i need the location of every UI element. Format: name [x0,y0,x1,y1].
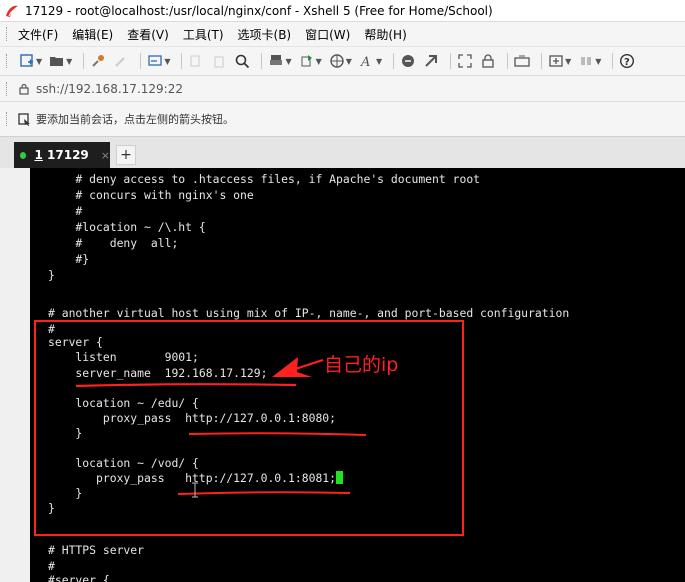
terminal-line: # HTTPS server [48,543,145,557]
terminal-line: } [48,268,55,282]
lock-icon[interactable] [479,52,497,70]
chevron-down-icon[interactable]: ▼ [565,57,571,66]
new-session-icon[interactable] [18,52,36,70]
xftp-icon[interactable] [422,52,440,70]
toolbar-separator [181,53,183,69]
terminal-line: proxy_pass http://127.0.0.1:8080; [48,411,337,425]
toolbar-separator [507,53,509,69]
tab-name: 17129 [47,148,89,162]
svg-text:?: ? [624,57,630,68]
terminal-line: # deny access to .htaccess files, if Apa… [48,172,481,186]
chevron-down-icon[interactable]: ▼ [595,57,601,66]
toolbar-separator [83,53,85,69]
chevron-down-icon[interactable]: ▼ [164,57,170,66]
terminal-line: # deny all; [48,236,179,250]
help-icon[interactable]: ? [618,52,636,70]
hintbar-grip [6,112,8,126]
terminal[interactable]: # deny access to .htaccess files, if Apa… [30,168,685,582]
svg-text:A: A [360,55,370,69]
toolbar-separator [450,53,452,69]
terminal-cursor [336,471,344,484]
disconnect-icon[interactable] [112,52,130,70]
toolbar-separator [140,53,142,69]
toolbar-grip [6,54,8,68]
paste-icon[interactable] [210,52,228,70]
addressbar-grip [6,81,8,96]
terminal-line: # another virtual host using mix of IP-,… [48,306,570,320]
terminal-line: location ~ /edu/ { [48,396,199,410]
connect-icon[interactable] [89,52,107,70]
title-bar: 17129 - root@localhost:/usr/local/nginx/… [0,0,685,22]
add-session-arrow-icon[interactable] [18,112,32,126]
copy-icon[interactable] [187,52,205,70]
session-hint-text: 要添加当前会话，点击左侧的箭头按钮。 [36,113,234,126]
layout-icon[interactable] [577,52,595,70]
address-bar: ssh://192.168.17.129:22 [0,76,685,102]
terminal-line: } [48,426,83,440]
script-icon[interactable] [399,52,417,70]
find-icon[interactable] [233,52,251,70]
globe-icon[interactable] [328,52,346,70]
address-input[interactable]: ssh://192.168.17.129:22 [36,82,183,96]
menu-tools[interactable]: 工具(T) [183,26,224,43]
chevron-down-icon[interactable]: ▼ [36,57,42,66]
tab-index: 1 [34,148,43,162]
terminal-line: #server { [48,573,110,582]
close-icon[interactable]: × [101,149,110,162]
toolbar-separator [541,53,543,69]
chevron-down-icon[interactable]: ▼ [66,57,72,66]
xshell-logo-icon [6,5,19,17]
terminal-line: } [48,501,55,515]
menu-help[interactable]: 帮助(H) [364,26,406,43]
chevron-down-icon[interactable]: ▼ [376,57,382,66]
tab-session-17129[interactable]: 1 17129 × [14,142,110,168]
compose-icon[interactable] [547,52,565,70]
terminal-line: } [48,486,83,500]
terminal-line-with-cursor: proxy_pass http://127.0.0.1:8081; [48,470,344,486]
terminal-line: listen 9001; [48,350,199,364]
toolbar-separator [393,53,395,69]
toolbar: ▼ ▼ ▼ ▼ ▼ ▼ A ▼ ▼ ▼ ? [0,46,685,76]
terminal-line: location ~ /vod/ { [48,456,199,470]
session-hint-bar: 要添加当前会话，点击左侧的箭头按钮。 [0,102,685,136]
tab-label: 1 17129 [34,148,88,162]
chevron-down-icon[interactable]: ▼ [316,57,322,66]
menu-tabs[interactable]: 选项卡(B) [238,26,292,43]
toolbar-separator [261,53,263,69]
terminal-line: server { [48,335,103,349]
terminal-line: # concurs with nginx's one [48,188,254,202]
terminal-line: #location ~ /\.ht { [48,220,206,234]
chevron-down-icon[interactable]: ▼ [285,57,291,66]
terminal-line: server_name 192.168.17.129; [48,366,268,380]
reconnect-icon[interactable] [146,52,164,70]
menu-bar: 文件(F) 编辑(E) 查看(V) 工具(T) 选项卡(B) 窗口(W) 帮助(… [0,22,685,46]
tab-bar: 1 17129 × + [0,136,685,168]
terminal-line: # [48,204,83,218]
connected-status-icon [20,151,27,159]
window-title: 17129 - root@localhost:/usr/local/nginx/… [25,3,493,18]
open-folder-icon[interactable] [48,52,66,70]
terminal-line: #} [48,252,90,266]
keyboard-icon[interactable] [513,52,531,70]
fullscreen-icon[interactable] [456,52,474,70]
menu-window[interactable]: 窗口(W) [305,26,350,43]
menu-edit[interactable]: 编辑(E) [72,26,113,43]
lock-icon [19,83,29,95]
print-icon[interactable] [267,52,285,70]
menu-file[interactable]: 文件(F) [18,26,58,43]
font-icon[interactable]: A [358,52,376,70]
toolbar-separator [612,53,614,69]
add-tab-button[interactable]: + [116,145,136,165]
terminal-left-margin [0,168,30,582]
transfer-icon[interactable] [298,52,316,70]
menubar-grip [6,27,8,41]
chevron-down-icon[interactable]: ▼ [346,57,352,66]
terminal-line-text: proxy_pass http://127.0.0.1:8081; [48,471,337,485]
menu-view[interactable]: 查看(V) [127,26,169,43]
